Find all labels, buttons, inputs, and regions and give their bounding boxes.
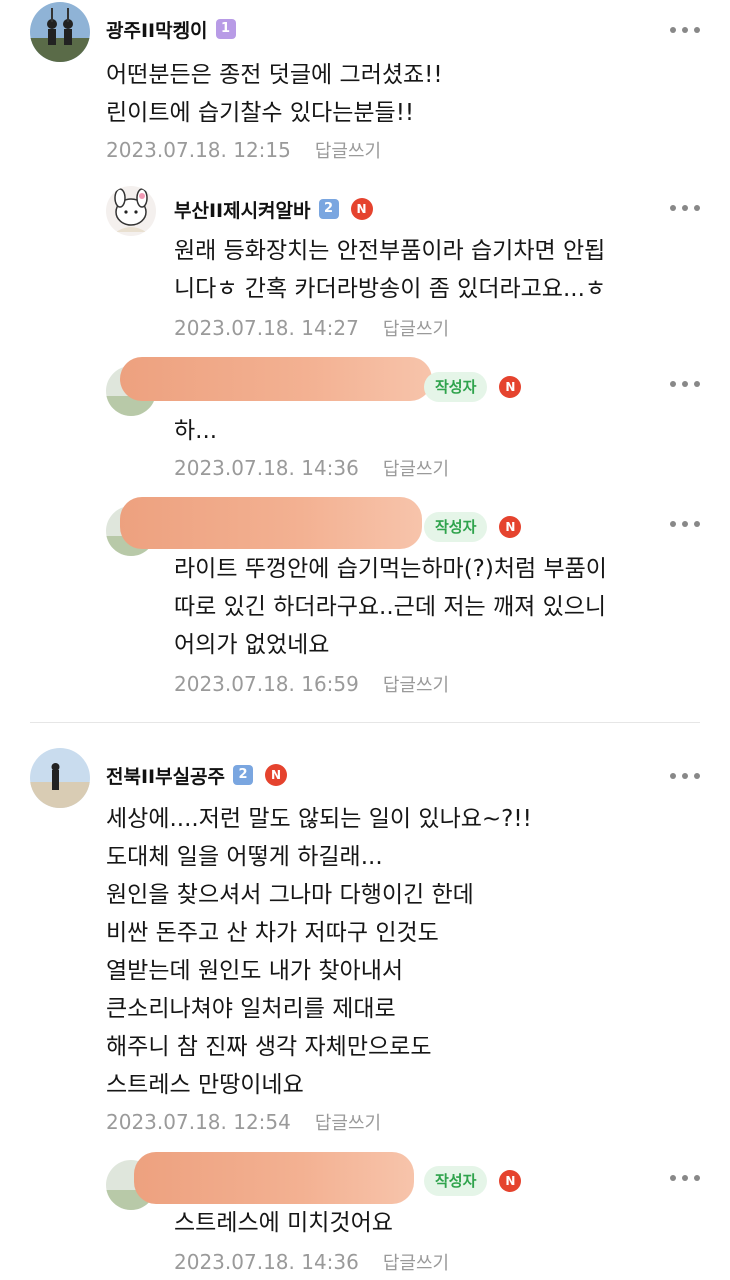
reply-button[interactable]: 답글쓰기: [383, 455, 449, 481]
comment-text: 라이트 뚜껑안에 습기먹는하마(?)처럼 부품이 따로 있긴 하더라구요..근데…: [174, 556, 607, 658]
comment-header: 광주II막켕이 1: [106, 14, 236, 44]
redacted-nickname: [120, 357, 432, 401]
comment-meta: 2023.07.18. 12:54 답글쓰기: [106, 1108, 381, 1136]
reply-button[interactable]: 답글쓰기: [383, 1249, 449, 1275]
more-options-icon[interactable]: [670, 1168, 700, 1188]
new-badge-icon: N: [499, 376, 522, 398]
redacted-nickname: [120, 497, 422, 549]
new-badge-icon: N: [499, 1170, 522, 1192]
comment-header: 작성자 N: [424, 372, 522, 402]
comment-date: 2023.07.18. 14:36: [174, 456, 359, 480]
reply-button[interactable]: 답글쓰기: [383, 671, 449, 697]
comment-text: 스트레스에 미치것어요: [174, 1210, 393, 1236]
avatar[interactable]: [30, 748, 90, 808]
nickname[interactable]: 광주II막켕이: [106, 16, 208, 43]
comment-header: 작성자 N: [424, 1166, 522, 1196]
comment-divider: [30, 722, 700, 723]
nickname[interactable]: 전북II부실공주: [106, 762, 225, 789]
comment-meta: 2023.07.18. 14:36 답글쓰기: [174, 454, 449, 482]
comment-header: 부산II제시켜알바 2 N: [174, 194, 373, 224]
redacted-nickname: [134, 1152, 414, 1204]
comment-meta: 2023.07.18. 12:15 답글쓰기: [106, 136, 381, 164]
comment-meta: 2023.07.18. 14:27 답글쓰기: [174, 314, 449, 342]
reply-button[interactable]: 답글쓰기: [315, 1109, 381, 1135]
comment-date: 2023.07.18. 12:15: [106, 138, 291, 162]
more-options-icon[interactable]: [670, 766, 700, 786]
comment-date: 2023.07.18. 12:54: [106, 1110, 291, 1134]
author-badge: 작성자: [424, 512, 488, 542]
reply-button[interactable]: 답글쓰기: [383, 315, 449, 341]
comment-text: 하...: [174, 418, 218, 444]
avatar[interactable]: [30, 2, 90, 62]
more-options-icon[interactable]: [670, 198, 700, 218]
author-badge: 작성자: [424, 372, 488, 402]
comment-date: 2023.07.18. 14:27: [174, 316, 359, 340]
avatar[interactable]: [106, 186, 156, 236]
comment-meta: 2023.07.18. 14:36 답글쓰기: [174, 1248, 449, 1276]
new-badge-icon: N: [265, 764, 288, 786]
new-badge-icon: N: [499, 516, 522, 538]
nickname[interactable]: 부산II제시켜알바: [174, 196, 311, 223]
comment-date: 2023.07.18. 14:36: [174, 1250, 359, 1274]
reply-button[interactable]: 답글쓰기: [315, 137, 381, 163]
more-options-icon[interactable]: [670, 374, 700, 394]
comment-text: 어떤분든은 종전 덧글에 그러셨죠!! 린이트에 습기찰수 있다는분들!!: [106, 62, 443, 126]
level-badge-icon: 2: [318, 199, 339, 219]
comment-meta: 2023.07.18. 16:59 답글쓰기: [174, 670, 449, 698]
level-badge-icon: 1: [215, 19, 236, 39]
more-options-icon[interactable]: [670, 20, 700, 40]
level-badge-icon: 2: [233, 765, 254, 785]
author-badge: 작성자: [424, 1166, 488, 1196]
comment-text: 세상에....저런 말도 않되는 일이 있나요~?!! 도대체 일을 어떻게 하…: [106, 806, 532, 1098]
new-badge-icon: N: [350, 198, 373, 220]
more-options-icon[interactable]: [670, 514, 700, 534]
comment-header: 전북II부실공주 2 N: [106, 760, 288, 790]
comment-header: 작성자 N: [424, 512, 522, 542]
comment-text: 원래 등화장치는 안전부품이라 습기차면 안됩 니다ㅎ 간혹 카더라방송이 좀 …: [174, 238, 607, 302]
comment-date: 2023.07.18. 16:59: [174, 672, 359, 696]
